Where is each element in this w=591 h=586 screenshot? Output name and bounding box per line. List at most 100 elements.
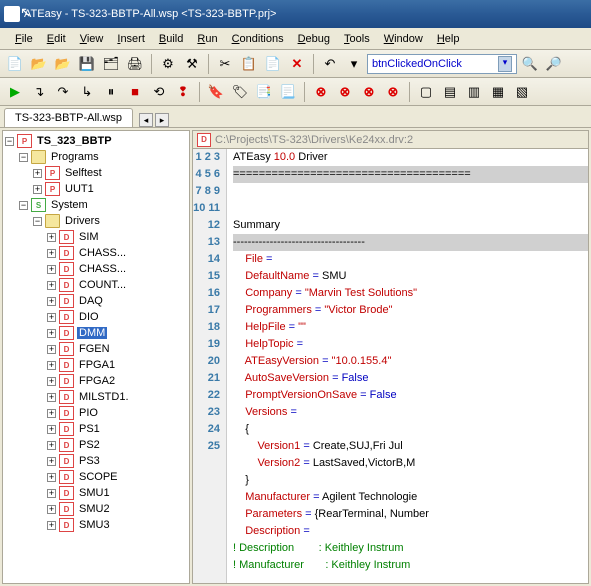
menu-help[interactable]: Help: [430, 31, 467, 47]
stepover-button[interactable]: ↷: [52, 81, 74, 103]
tree-uut1[interactable]: + P UUT1: [5, 181, 187, 197]
find2-button[interactable]: 🔎: [543, 53, 565, 75]
tree-driver-item[interactable]: +DCHASS...: [5, 261, 187, 277]
expand-icon[interactable]: +: [47, 265, 56, 274]
cut-button[interactable]: ✂: [214, 53, 236, 75]
menu-edit[interactable]: Edit: [40, 31, 73, 47]
copy-button[interactable]: 📋: [238, 53, 260, 75]
menu-tools[interactable]: Tools: [337, 31, 377, 47]
tree-driver-item[interactable]: +DMILSTD1.: [5, 389, 187, 405]
tree-driver-item[interactable]: +DFPGA1: [5, 357, 187, 373]
del4-button[interactable]: ⊗: [382, 81, 404, 103]
redo-button[interactable]: ▾: [343, 53, 365, 75]
collapse-icon[interactable]: −: [5, 137, 14, 146]
menu-conditions[interactable]: Conditions: [225, 31, 291, 47]
expand-icon[interactable]: +: [47, 233, 56, 242]
collapse-icon[interactable]: −: [19, 153, 28, 162]
menu-run[interactable]: Run: [190, 31, 224, 47]
expand-icon[interactable]: +: [47, 329, 56, 338]
expand-icon[interactable]: +: [47, 361, 56, 370]
tree-driver-item[interactable]: +DPS3: [5, 453, 187, 469]
expand-icon[interactable]: +: [47, 489, 56, 498]
expand-icon[interactable]: +: [47, 377, 56, 386]
doc-tab[interactable]: TS-323-BBTP-All.wsp: [4, 108, 133, 127]
run-button[interactable]: ▶: [4, 81, 26, 103]
rebuild-button[interactable]: ⚒: [181, 53, 203, 75]
excl-button[interactable]: ❢: [172, 81, 194, 103]
menu-insert[interactable]: Insert: [110, 31, 152, 47]
tree-driver-item[interactable]: +DPS2: [5, 437, 187, 453]
tree-driver-item[interactable]: +DDAQ: [5, 293, 187, 309]
new-button[interactable]: 📄: [4, 53, 26, 75]
expand-icon[interactable]: +: [47, 409, 56, 418]
del3-button[interactable]: ⊗: [358, 81, 380, 103]
expand-icon[interactable]: +: [47, 473, 56, 482]
tab-prev-icon[interactable]: ◂: [139, 113, 153, 127]
win2-button[interactable]: ▤: [439, 81, 461, 103]
tree-root[interactable]: − P TS_323_BBTP: [5, 133, 187, 149]
expand-icon[interactable]: +: [47, 505, 56, 514]
tree-programs[interactable]: − Programs: [5, 149, 187, 165]
tree-driver-item[interactable]: +DCOUNT...: [5, 277, 187, 293]
tree-driver-item[interactable]: +DPS1: [5, 421, 187, 437]
tree-driver-item[interactable]: +DCHASS...: [5, 245, 187, 261]
tree-driver-item[interactable]: +DDMM: [5, 325, 187, 341]
bp1-button[interactable]: 🔖: [205, 81, 227, 103]
expand-icon[interactable]: +: [47, 393, 56, 402]
menu-debug[interactable]: Debug: [291, 31, 337, 47]
stepin-button[interactable]: ↴: [28, 81, 50, 103]
expand-icon[interactable]: +: [47, 297, 56, 306]
expand-icon[interactable]: +: [47, 521, 56, 530]
collapse-icon[interactable]: −: [19, 201, 28, 210]
saveall-button[interactable]: 🗂: [100, 53, 122, 75]
chevron-down-icon[interactable]: ▾: [498, 56, 512, 72]
win4-button[interactable]: ▦: [487, 81, 509, 103]
expand-icon[interactable]: +: [47, 249, 56, 258]
print-button[interactable]: 🖨: [124, 53, 146, 75]
win3-button[interactable]: ▥: [463, 81, 485, 103]
open-button[interactable]: 📂: [28, 53, 50, 75]
tree-driver-item[interactable]: +DSIM: [5, 229, 187, 245]
expand-icon[interactable]: +: [47, 313, 56, 322]
expand-icon[interactable]: +: [47, 441, 56, 450]
build-button[interactable]: ⚙: [157, 53, 179, 75]
save-button[interactable]: 💾: [76, 53, 98, 75]
bp4-button[interactable]: 📃: [277, 81, 299, 103]
find-button[interactable]: 🔍: [519, 53, 541, 75]
expand-icon[interactable]: +: [47, 425, 56, 434]
expand-icon[interactable]: +: [33, 169, 42, 178]
del2-button[interactable]: ⊗: [334, 81, 356, 103]
win5-button[interactable]: ▧: [511, 81, 533, 103]
delete-button[interactable]: ✕: [286, 53, 308, 75]
menu-window[interactable]: Window: [377, 31, 430, 47]
expand-icon[interactable]: +: [47, 457, 56, 466]
paste-button[interactable]: 📄: [262, 53, 284, 75]
expand-icon[interactable]: +: [47, 281, 56, 290]
tree-driver-item[interactable]: +DSMU1: [5, 485, 187, 501]
bp2-button[interactable]: 🏷: [229, 81, 251, 103]
stop-button[interactable]: ■: [124, 81, 146, 103]
del1-button[interactable]: ⊗: [310, 81, 332, 103]
menu-build[interactable]: Build: [152, 31, 190, 47]
undo-button[interactable]: ↶: [319, 53, 341, 75]
tree-driver-item[interactable]: +DSMU3: [5, 517, 187, 533]
tree-driver-item[interactable]: +DDIO: [5, 309, 187, 325]
code-content[interactable]: ATEasy 10.0 Driver======================…: [227, 149, 588, 583]
tree-selftest[interactable]: + P Selftest: [5, 165, 187, 181]
stepout-button[interactable]: ↳: [76, 81, 98, 103]
tree-driver-item[interactable]: +DFGEN: [5, 341, 187, 357]
tree-driver-item[interactable]: +DSMU2: [5, 501, 187, 517]
tree-driver-item[interactable]: +DSCOPE: [5, 469, 187, 485]
proc-combo[interactable]: btnClickedOnClick ▾: [367, 54, 517, 74]
tab-next-icon[interactable]: ▸: [155, 113, 169, 127]
open2-button[interactable]: 📂: [52, 53, 74, 75]
tree-driver-item[interactable]: +DPIO: [5, 405, 187, 421]
bp3-button[interactable]: 📑: [253, 81, 275, 103]
menu-file[interactable]: File: [8, 31, 40, 47]
collapse-icon[interactable]: −: [33, 217, 42, 226]
pause-button[interactable]: ⏸: [100, 81, 122, 103]
win1-button[interactable]: ▢: [415, 81, 437, 103]
menu-view[interactable]: View: [73, 31, 111, 47]
expand-icon[interactable]: +: [47, 345, 56, 354]
code-area[interactable]: 1 2 3 4 5 6 7 8 9 10 11 12 13 14 15 16 1…: [193, 149, 588, 583]
